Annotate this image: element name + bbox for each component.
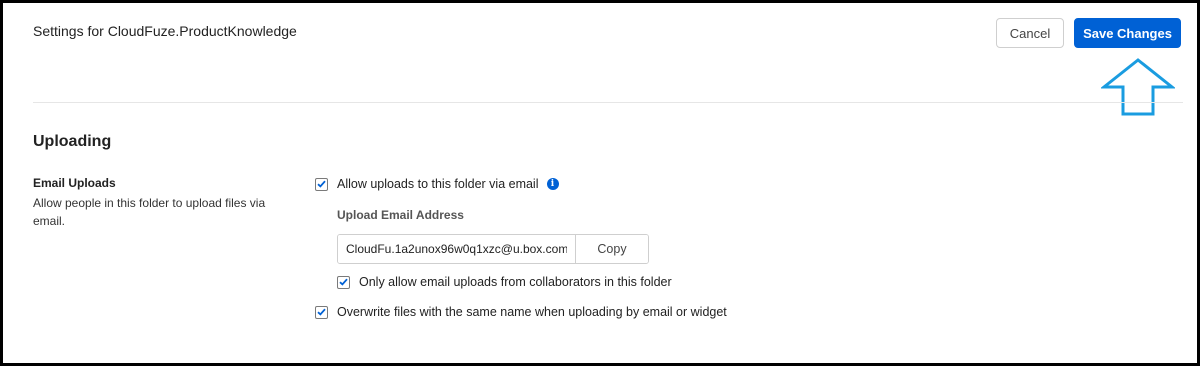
upload-email-input[interactable] [338,235,575,263]
save-changes-button[interactable]: Save Changes [1074,18,1181,48]
collaborators-only-row: Only allow email uploads from collaborat… [337,275,672,289]
upload-email-field: Copy [337,234,649,264]
divider [33,102,1183,103]
email-uploads-label: Email Uploads [33,176,116,190]
up-arrow-icon [1101,58,1175,116]
overwrite-files-row: Overwrite files with the same name when … [315,305,727,319]
collaborators-only-label: Only allow email uploads from collaborat… [359,275,672,289]
section-title: Uploading [33,133,112,150]
collaborators-only-checkbox[interactable] [337,275,350,289]
checkmark-icon [339,278,348,286]
overwrite-files-checkbox[interactable] [315,305,328,319]
allow-uploads-row: Allow uploads to this folder via email i [315,177,559,191]
email-uploads-description: Allow people in this folder to upload fi… [33,196,266,228]
page-title: Settings for CloudFuze.ProductKnowledge [33,23,297,39]
cancel-button[interactable]: Cancel [996,18,1064,48]
copy-button[interactable]: Copy [575,235,648,263]
allow-uploads-label: Allow uploads to this folder via email [337,177,539,191]
checkmark-icon [317,180,326,188]
overwrite-files-label: Overwrite files with the same name when … [337,305,727,319]
settings-panel: Settings for CloudFuze.ProductKnowledge … [0,0,1200,366]
allow-uploads-checkbox[interactable] [315,177,328,191]
info-icon[interactable]: i [546,178,559,190]
upload-email-address-label: Upload Email Address [337,208,464,222]
checkmark-icon [317,308,326,316]
